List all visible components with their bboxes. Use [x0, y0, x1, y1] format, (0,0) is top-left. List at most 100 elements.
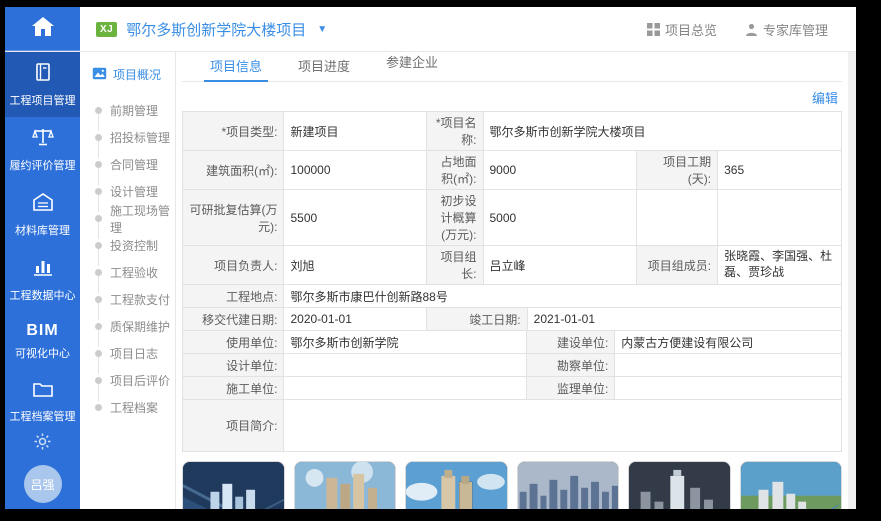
submenu-item-site-management[interactable]: 施工现场管理 — [80, 205, 175, 232]
submenu: 项目概况 前期管理 招投标管理 合同管理 设计管理 施工现场管理 投资控制 工程… — [80, 52, 176, 509]
tab-project-progress[interactable]: 项目进度 — [284, 50, 364, 81]
home-icon — [31, 15, 55, 42]
bar-chart-icon — [33, 257, 53, 282]
field-label: 使用单位: — [183, 331, 284, 354]
field-label: 项目负责人: — [183, 246, 284, 285]
bullet-dot — [95, 323, 102, 330]
tab-bar: 项目信息 项目进度 参建企业 — [182, 52, 842, 82]
field-label: *项目名称: — [427, 112, 484, 151]
field-value: 9000 — [484, 151, 638, 190]
submenu-header-label: 项目概况 — [113, 66, 161, 83]
submenu-item-post-evaluation[interactable]: 项目后评价 — [80, 367, 175, 394]
field-value: 鄂尔多斯市创新学院 — [284, 331, 527, 354]
photo-strip — [182, 461, 842, 509]
table-row: 施工单位: 监理单位: — [183, 377, 842, 400]
project-photo-6[interactable] — [740, 461, 843, 509]
project-info-table: *项目类型: 新建项目 *项目名称: 鄂尔多斯市创新学院大楼项目 建筑面积(㎡)… — [182, 111, 842, 452]
submenu-item-label: 招投标管理 — [110, 129, 170, 146]
field-value — [284, 400, 842, 452]
project-photo-3[interactable] — [405, 461, 508, 509]
table-row: 建筑面积(㎡): 100000 占地面积(㎡): 9000 项目工期(天): 3… — [183, 151, 842, 190]
submenu-item-acceptance[interactable]: 工程验收 — [80, 259, 175, 286]
field-label: 施工单位: — [183, 377, 284, 400]
home-button[interactable] — [5, 7, 80, 51]
field-label: 项目简介: — [183, 400, 284, 452]
field-value — [284, 354, 527, 377]
field-label: 建筑面积(㎡): — [183, 151, 284, 190]
bullet-dot — [95, 350, 102, 357]
sidebar-item-label: 工程数据中心 — [10, 287, 76, 303]
bullet-dot — [95, 269, 102, 276]
bullet-dot — [95, 377, 102, 384]
submenu-item-label: 项目后评价 — [110, 372, 170, 389]
picture-icon — [92, 67, 107, 83]
submenu-item-project-archive[interactable]: 工程档案 — [80, 394, 175, 421]
edit-link[interactable]: 编辑 — [812, 88, 838, 107]
table-row: 可研批复估算(万元): 5500 初步设计概算(万元): 5000 — [183, 190, 842, 246]
avatar[interactable]: 吕强 — [24, 465, 62, 503]
submenu-item-preliminary[interactable]: 前期管理 — [80, 97, 175, 124]
main-sidebar: 工程项目管理 履约评价管理 材料库管理 工程数据中心 — [5, 52, 80, 509]
table-row: *项目类型: 新建项目 *项目名称: 鄂尔多斯市创新学院大楼项目 — [183, 112, 842, 151]
bullet-dot — [95, 215, 102, 222]
project-type-badge: XJ — [96, 22, 117, 37]
field-label: 建设单位: — [527, 331, 615, 354]
bullet-dot — [95, 242, 102, 249]
project-overview-link[interactable]: 项目总览 — [647, 20, 717, 39]
field-value: 365 — [718, 151, 842, 190]
submenu-item-investment-control[interactable]: 投资控制 — [80, 232, 175, 259]
bullet-dot — [95, 107, 102, 114]
field-label — [637, 190, 718, 246]
bullet-dot — [95, 404, 102, 411]
field-label: 占地面积(㎡): — [427, 151, 484, 190]
chevron-down-icon[interactable]: ▼ — [317, 24, 327, 35]
sidebar-item-label: 工程档案管理 — [10, 408, 76, 424]
submenu-item-label: 合同管理 — [110, 156, 158, 173]
field-value: 2020-01-01 — [284, 308, 426, 331]
sidebar-item-material-library[interactable]: 材料库管理 — [5, 182, 80, 247]
expert-db-link[interactable]: 专家库管理 — [745, 20, 828, 39]
project-overview-label: 项目总览 — [665, 20, 717, 39]
sidebar-item-bim-center[interactable]: BIM 可视化中心 — [5, 312, 80, 370]
field-value: 鄂尔多斯市康巴什创新路88号 — [284, 285, 842, 308]
app-window: XJ 鄂尔多斯创新学院大楼项目 ▼ 项目总览 专家库管理 — [5, 7, 856, 509]
project-title[interactable]: 鄂尔多斯创新学院大楼项目 — [126, 19, 306, 40]
submenu-item-label: 投资控制 — [110, 237, 158, 254]
folder-icon — [32, 380, 54, 403]
field-value — [615, 354, 842, 377]
sidebar-item-performance-evaluation[interactable]: 履约评价管理 — [5, 117, 80, 182]
bim-logo: BIM — [26, 322, 58, 340]
project-photo-5[interactable] — [628, 461, 731, 509]
sidebar-item-data-center[interactable]: 工程数据中心 — [5, 247, 80, 312]
submenu-item-label: 项目日志 — [110, 345, 158, 362]
field-value: 新建项目 — [284, 112, 426, 151]
submenu-item-bidding[interactable]: 招投标管理 — [80, 124, 175, 151]
submenu-item-contract[interactable]: 合同管理 — [80, 151, 175, 178]
field-value: 鄂尔多斯市创新学院大楼项目 — [484, 112, 843, 151]
project-photo-1[interactable] — [182, 461, 285, 509]
submenu-item-project-overview[interactable]: 项目概况 — [80, 66, 175, 83]
bullet-dot — [95, 161, 102, 168]
field-value: 内蒙古方便建设有限公司 — [615, 331, 842, 354]
table-row: 移交代建日期: 2020-01-01 竣工日期: 2021-01-01 — [183, 308, 842, 331]
sidebar-item-archives[interactable]: 工程档案管理 — [5, 370, 80, 433]
tab-project-info[interactable]: 项目信息 — [196, 50, 276, 81]
table-row: 项目负责人: 刘旭 项目组长: 吕立峰 项目组成员: 张晓霞、李国强、杜磊、贾珍… — [183, 246, 842, 285]
tab-participating-enterprises[interactable]: 参建企业 — [372, 46, 452, 77]
table-row: 项目简介: — [183, 400, 842, 452]
submenu-item-payment[interactable]: 工程款支付 — [80, 286, 175, 313]
gear-icon[interactable] — [34, 433, 51, 455]
field-value: 5500 — [284, 190, 426, 246]
sidebar-item-label: 可视化中心 — [15, 345, 70, 361]
field-label: 工程地点: — [183, 285, 284, 308]
submenu-item-project-log[interactable]: 项目日志 — [80, 340, 175, 367]
grid-icon — [647, 23, 660, 36]
project-photo-4[interactable] — [517, 461, 620, 509]
sidebar-item-label: 材料库管理 — [15, 222, 70, 238]
submenu-item-label: 工程档案 — [110, 399, 158, 416]
submenu-item-label: 工程款支付 — [110, 291, 170, 308]
project-photo-2[interactable] — [294, 461, 397, 509]
sidebar-item-project-management[interactable]: 工程项目管理 — [5, 52, 80, 117]
field-label: 设计单位: — [183, 354, 284, 377]
submenu-item-warranty[interactable]: 质保期维护 — [80, 313, 175, 340]
